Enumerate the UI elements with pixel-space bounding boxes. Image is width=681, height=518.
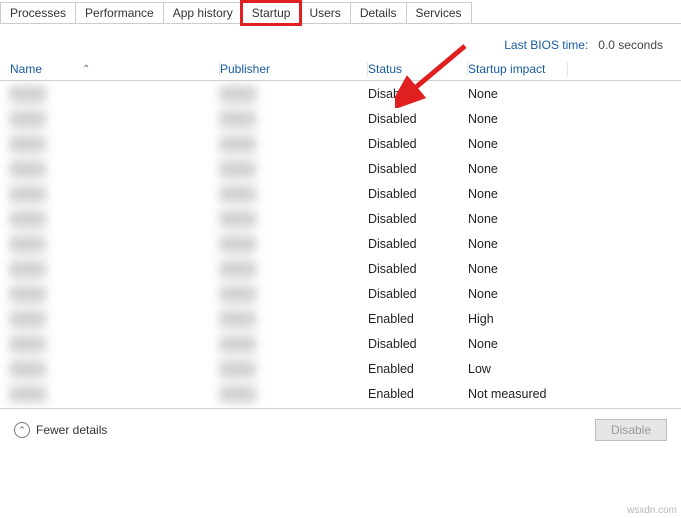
table-row[interactable]: ████████DisabledNone (0, 256, 681, 281)
cell-publisher: ████ (220, 87, 368, 101)
cell-publisher: ████ (220, 162, 368, 176)
tab-startup[interactable]: Startup (242, 2, 301, 24)
column-header-spacer (568, 62, 681, 76)
cell-impact: None (468, 87, 568, 101)
cell-publisher: ████ (220, 137, 368, 151)
fewer-details-label: Fewer details (36, 423, 107, 437)
fewer-details-toggle[interactable]: ⌃ Fewer details (14, 422, 107, 438)
cell-impact: None (468, 187, 568, 201)
cell-status: Disabled (368, 87, 468, 101)
cell-name: ████ (0, 337, 220, 351)
cell-impact: None (468, 262, 568, 276)
cell-name: ████ (0, 262, 220, 276)
cell-status: Disabled (368, 262, 468, 276)
column-header-status[interactable]: Status (368, 62, 468, 76)
cell-publisher: ████ (220, 337, 368, 351)
cell-impact: None (468, 237, 568, 251)
sort-caret-icon: ⌃ (82, 64, 90, 75)
cell-publisher: ████ (220, 287, 368, 301)
table-row[interactable]: ████████DisabledNone (0, 156, 681, 181)
disable-button[interactable]: Disable (595, 419, 667, 441)
table-row[interactable]: ████████DisabledNone (0, 281, 681, 306)
cell-publisher: ████ (220, 237, 368, 251)
tab-app-history[interactable]: App history (163, 2, 243, 23)
cell-name: ████ (0, 387, 220, 401)
chevron-up-icon: ⌃ (14, 422, 30, 438)
cell-publisher: ████ (220, 312, 368, 326)
cell-name: ████ (0, 137, 220, 151)
tab-details[interactable]: Details (350, 2, 407, 23)
column-headers: Name ⌃ Publisher Status Startup impact (0, 58, 681, 81)
cell-status: Disabled (368, 287, 468, 301)
footer: ⌃ Fewer details Disable (0, 409, 681, 451)
cell-impact: None (468, 337, 568, 351)
cell-status: Disabled (368, 212, 468, 226)
cell-impact: None (468, 162, 568, 176)
tab-processes[interactable]: Processes (0, 2, 76, 23)
column-header-name-label: Name (10, 62, 42, 76)
cell-impact: Not measured (468, 387, 568, 401)
cell-name: ████ (0, 362, 220, 376)
cell-status: Disabled (368, 237, 468, 251)
table-row[interactable]: ████████DisabledNone (0, 206, 681, 231)
cell-impact: None (468, 112, 568, 126)
tab-performance[interactable]: Performance (75, 2, 164, 23)
tab-bar: Processes Performance App history Startu… (0, 0, 681, 24)
cell-impact: None (468, 137, 568, 151)
table-row[interactable]: ████████DisabledNone (0, 231, 681, 256)
cell-name: ████ (0, 87, 220, 101)
bios-time-value: 0.0 seconds (598, 38, 663, 52)
table-row[interactable]: ████████DisabledNone (0, 106, 681, 131)
column-header-name[interactable]: Name ⌃ (0, 62, 220, 76)
cell-impact: Low (468, 362, 568, 376)
startup-list[interactable]: ████████DisabledNone ████████DisabledNon… (0, 81, 681, 409)
cell-impact: High (468, 312, 568, 326)
cell-status: Disabled (368, 112, 468, 126)
cell-impact: None (468, 212, 568, 226)
tab-services[interactable]: Services (406, 2, 472, 23)
cell-name: ████ (0, 312, 220, 326)
cell-name: ████ (0, 162, 220, 176)
column-header-impact[interactable]: Startup impact (468, 62, 568, 76)
cell-name: ████ (0, 287, 220, 301)
bios-time-row: Last BIOS time: 0.0 seconds (0, 24, 681, 58)
table-row[interactable]: ████████DisabledNone (0, 331, 681, 356)
cell-name: ████ (0, 212, 220, 226)
cell-status: Enabled (368, 387, 468, 401)
cell-status: Disabled (368, 162, 468, 176)
cell-name: ████ (0, 187, 220, 201)
bios-time-label: Last BIOS time: (504, 38, 588, 52)
cell-status: Enabled (368, 362, 468, 376)
cell-status: Disabled (368, 187, 468, 201)
cell-name: ████ (0, 112, 220, 126)
cell-publisher: ████ (220, 387, 368, 401)
cell-name: ████ (0, 237, 220, 251)
cell-status: Enabled (368, 312, 468, 326)
cell-publisher: ████ (220, 262, 368, 276)
column-header-publisher[interactable]: Publisher (220, 62, 368, 76)
cell-impact: None (468, 287, 568, 301)
table-row[interactable]: ████████EnabledHigh (0, 306, 681, 331)
cell-publisher: ████ (220, 212, 368, 226)
cell-status: Disabled (368, 337, 468, 351)
table-row[interactable]: ████████EnabledLow (0, 356, 681, 381)
tab-users[interactable]: Users (299, 2, 350, 23)
cell-status: Disabled (368, 137, 468, 151)
cell-publisher: ████ (220, 362, 368, 376)
table-row[interactable]: ████████DisabledNone (0, 131, 681, 156)
table-row[interactable]: ████████DisabledNone (0, 81, 681, 106)
watermark: wsxdn.com (627, 505, 677, 516)
cell-publisher: ████ (220, 112, 368, 126)
table-row[interactable]: ████████DisabledNone (0, 181, 681, 206)
cell-publisher: ████ (220, 187, 368, 201)
table-row[interactable]: ████████EnabledNot measured (0, 381, 681, 406)
